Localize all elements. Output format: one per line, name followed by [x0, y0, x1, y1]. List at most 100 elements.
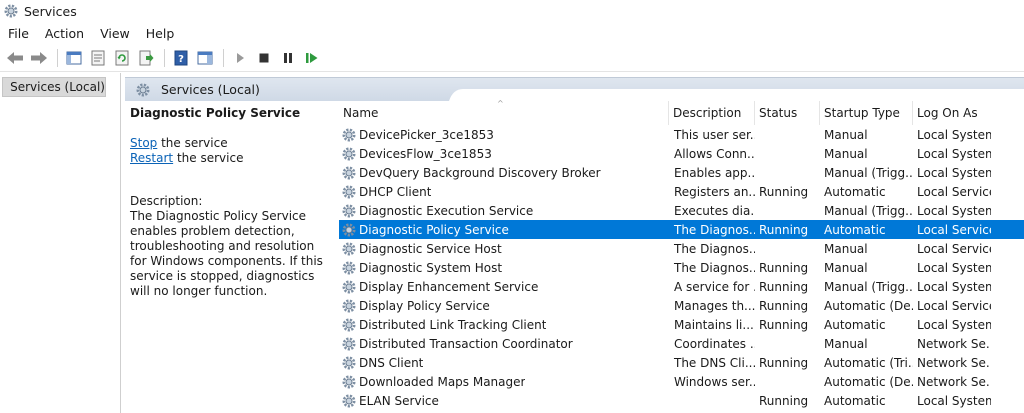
service-row[interactable]: Downloaded Maps Manager Windows ser... A… [339, 372, 1024, 391]
service-description-cell: Executes dia... [674, 203, 755, 218]
column-header-label: Log On As [917, 106, 978, 120]
column-header-label: Name [343, 106, 379, 120]
service-startup-cell: Manual (Trigg... [824, 203, 913, 218]
column-header-name[interactable]: ^ Name [339, 99, 669, 125]
service-logon-cell: Local System [917, 127, 991, 142]
service-name: Distributed Link Tracking Client [359, 317, 547, 332]
refresh-button[interactable] [111, 47, 133, 69]
column-header-log-on-as[interactable]: Log On As [913, 101, 1024, 125]
service-gear-icon [342, 337, 356, 350]
service-startup-cell: Automatic [824, 393, 886, 408]
service-name-cell: Diagnostic Service Host [339, 241, 669, 257]
service-name-cell: Downloaded Maps Manager [339, 374, 669, 390]
service-name-cell: Display Enhancement Service [339, 279, 669, 295]
services-gear-icon [136, 83, 150, 96]
service-startup-cell: Automatic [824, 222, 886, 237]
forward-button[interactable] [28, 47, 50, 69]
service-gear-icon [342, 261, 356, 274]
show-console-tree-button[interactable] [63, 47, 85, 69]
stop-service-link[interactable]: Stop [130, 136, 157, 150]
stop-service-icon [259, 53, 269, 62]
service-row[interactable]: Diagnostic Service Host The Diagnos... M… [339, 239, 1024, 258]
back-button[interactable] [4, 47, 26, 69]
service-logon-cell: Local Service [917, 298, 991, 313]
service-status-cell: Running [759, 317, 809, 332]
start-service-button[interactable] [229, 47, 251, 69]
service-row[interactable]: Diagnostic System Host The Diagnos... Ru… [339, 258, 1024, 277]
column-header-status[interactable]: Status [755, 101, 820, 125]
service-logon-cell: Network Se... [917, 355, 991, 370]
service-gear-icon [342, 242, 356, 255]
service-row[interactable]: Distributed Link Tracking Client Maintai… [339, 315, 1024, 334]
service-row[interactable]: Display Enhancement Service A service fo… [339, 277, 1024, 296]
service-logon-cell: Local System [917, 279, 991, 294]
service-startup-cell: Manual [824, 127, 868, 142]
service-row[interactable]: Distributed Transaction Coordinator Coor… [339, 334, 1024, 353]
show-action-pane-button[interactable] [194, 47, 216, 69]
service-description-cell: Manages th... [674, 298, 755, 313]
service-name: DHCP Client [359, 184, 432, 199]
service-startup-cell: Manual [824, 260, 868, 275]
service-status-cell: Running [759, 184, 809, 199]
service-row[interactable]: DNS Client The DNS Cli... Running Automa… [339, 353, 1024, 372]
service-name: Diagnostic System Host [359, 260, 503, 275]
service-description-cell: Windows ser... [674, 374, 755, 389]
service-name: ELAN Service [359, 393, 439, 408]
service-row[interactable]: Display Policy Service Manages th... Run… [339, 296, 1024, 315]
service-name-cell: DHCP Client [339, 184, 669, 200]
service-actions: Stop the service Restart the service [130, 136, 332, 166]
service-logon-cell: Local System [917, 165, 991, 180]
column-header-label: Status [759, 106, 798, 120]
service-startup-cell: Manual (Trigg... [824, 165, 913, 180]
menu-view[interactable]: View [92, 26, 138, 41]
service-row[interactable]: DevicesFlow_3ce1853 Allows Conn... Manua… [339, 144, 1024, 163]
service-gear-icon [342, 147, 356, 160]
restart-service-button[interactable] [301, 47, 323, 69]
service-name-cell: Distributed Transaction Coordinator [339, 336, 669, 352]
service-description-cell: This user ser... [674, 127, 755, 142]
window-title: Services [24, 3, 77, 19]
service-gear-icon [342, 128, 356, 141]
service-status-cell: Running [759, 279, 809, 294]
service-name: DevicesFlow_3ce1853 [359, 146, 492, 161]
stop-service-button[interactable] [253, 47, 275, 69]
title-bar: Services [0, 0, 1024, 22]
restart-link-suffix: the service [173, 151, 244, 165]
column-header-label: Startup Type [824, 106, 900, 120]
column-header-startup-type[interactable]: Startup Type [820, 101, 913, 125]
menu-help[interactable]: Help [138, 26, 183, 41]
service-description-cell: The Diagnos... [674, 241, 755, 256]
service-row[interactable]: Diagnostic Execution Service Executes di… [339, 201, 1024, 220]
service-description: Description: The Diagnostic Policy Servi… [130, 194, 332, 299]
restart-service-link[interactable]: Restart [130, 151, 173, 165]
menu-action[interactable]: Action [37, 26, 92, 41]
console-tree-icon [66, 51, 82, 64]
menu-file[interactable]: File [0, 26, 37, 41]
back-arrow-icon [7, 51, 23, 64]
toolbar-separator [57, 48, 58, 67]
help-button[interactable]: ? [170, 47, 192, 69]
toolbar-separator [164, 48, 165, 67]
service-row[interactable]: DevicePicker_3ce1853 This user ser... Ma… [339, 125, 1024, 144]
service-detail-pane: Diagnostic Policy Service Stop the servi… [130, 104, 332, 413]
show-hide-action-pane-icon [197, 51, 213, 64]
column-header-description[interactable]: Description [669, 101, 755, 125]
service-gear-icon [342, 204, 356, 217]
service-row[interactable]: ELAN Service Running Automatic Local Sys… [339, 391, 1024, 410]
pause-service-icon [284, 52, 292, 63]
service-row[interactable]: DHCP Client Registers an... Running Auto… [339, 182, 1024, 201]
service-row[interactable]: DevQuery Background Discovery Broker Ena… [339, 163, 1024, 182]
service-gear-icon [342, 280, 356, 293]
properties-button[interactable] [87, 47, 109, 69]
service-row[interactable]: Diagnostic Policy Service The Diagnos...… [339, 220, 1024, 239]
pause-service-button[interactable] [277, 47, 299, 69]
service-description-cell: Enables app... [674, 165, 755, 180]
restart-service-icon [306, 52, 318, 63]
export-list-button[interactable] [135, 47, 157, 69]
service-name: Diagnostic Service Host [359, 241, 502, 256]
tree-item-services-local[interactable]: Services (Local) [2, 77, 106, 97]
service-startup-cell: Automatic (De... [824, 298, 913, 313]
service-status-cell: Running [759, 298, 809, 313]
service-startup-cell: Manual (Trigg... [824, 279, 913, 294]
service-name-cell: DevQuery Background Discovery Broker [339, 165, 669, 181]
